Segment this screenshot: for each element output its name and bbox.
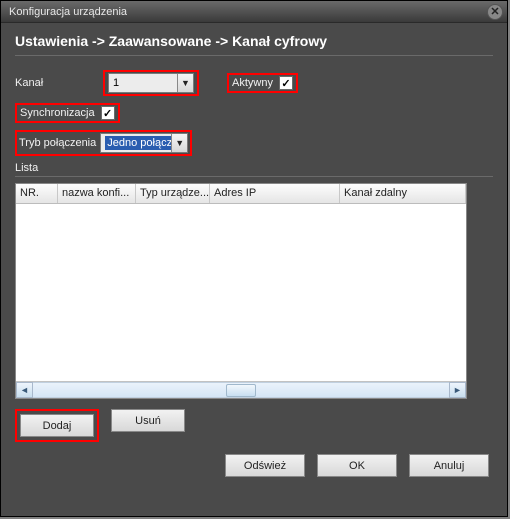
row-connmode: Tryb połączenia Jedno połącz ▼ — [15, 130, 493, 156]
list-view[interactable]: NR. nazwa konfi... Typ urządze... Adres … — [15, 183, 467, 399]
window-title: Konfiguracja urządzenia — [9, 6, 127, 18]
row-sync: Synchronizacja ✓ — [15, 102, 493, 124]
col-nr[interactable]: NR. — [16, 184, 58, 203]
delete-button[interactable]: Usuń — [111, 409, 185, 432]
window-body: Ustawienia -> Zaawansowane -> Kanał cyfr… — [1, 23, 507, 487]
connmode-label: Tryb połączenia — [19, 137, 96, 149]
connmode-select-value: Jedno połącz — [105, 136, 171, 150]
chevron-down-icon: ▼ — [177, 74, 193, 92]
scroll-right-icon[interactable]: ► — [449, 382, 466, 398]
button-bar-list: Dodaj Usuń — [15, 409, 493, 442]
list-body[interactable] — [16, 204, 466, 381]
scrollbar-track[interactable] — [33, 382, 449, 398]
config-window: Konfiguracja urządzenia ✕ Ustawienia -> … — [0, 0, 508, 517]
list-label: Lista — [15, 162, 493, 177]
col-ip[interactable]: Adres IP — [210, 184, 340, 203]
chevron-down-icon: ▼ — [171, 134, 187, 152]
active-checkbox[interactable]: ✓ — [279, 76, 293, 90]
sync-label: Synchronizacja — [20, 107, 95, 119]
highlight-active: Aktywny ✓ — [227, 73, 298, 93]
breadcrumb: Ustawienia -> Zaawansowane -> Kanał cyfr… — [15, 33, 493, 56]
channel-select-value: 1 — [113, 77, 119, 89]
refresh-button[interactable]: Odśwież — [225, 454, 305, 477]
connmode-select[interactable]: Jedno połącz ▼ — [100, 133, 188, 153]
horizontal-scrollbar[interactable]: ◄ ► — [16, 381, 466, 398]
col-config-name[interactable]: nazwa konfi... — [58, 184, 136, 203]
col-remote-channel[interactable]: Kanał zdalny — [340, 184, 466, 203]
add-button[interactable]: Dodaj — [20, 414, 94, 437]
titlebar: Konfiguracja urządzenia ✕ — [1, 1, 507, 23]
list-header: NR. nazwa konfi... Typ urządze... Adres … — [16, 184, 466, 204]
close-icon[interactable]: ✕ — [487, 4, 503, 20]
col-device-type[interactable]: Typ urządze... — [136, 184, 210, 203]
cancel-button[interactable]: Anuluj — [409, 454, 489, 477]
sync-checkbox[interactable]: ✓ — [101, 106, 115, 120]
channel-select[interactable]: 1 ▼ — [108, 73, 194, 93]
highlight-channel: 1 ▼ — [103, 70, 199, 96]
scroll-left-icon[interactable]: ◄ — [16, 382, 33, 398]
button-bar-dialog: Odśwież OK Anuluj — [15, 454, 493, 477]
highlight-connmode: Tryb połączenia Jedno połącz ▼ — [15, 130, 192, 156]
active-label: Aktywny — [232, 77, 273, 89]
channel-label: Kanał — [15, 77, 103, 89]
row-channel: Kanał 1 ▼ Aktywny ✓ — [15, 70, 493, 96]
ok-button[interactable]: OK — [317, 454, 397, 477]
scrollbar-thumb[interactable] — [226, 384, 256, 397]
highlight-sync: Synchronizacja ✓ — [15, 103, 120, 123]
highlight-add: Dodaj — [15, 409, 99, 442]
